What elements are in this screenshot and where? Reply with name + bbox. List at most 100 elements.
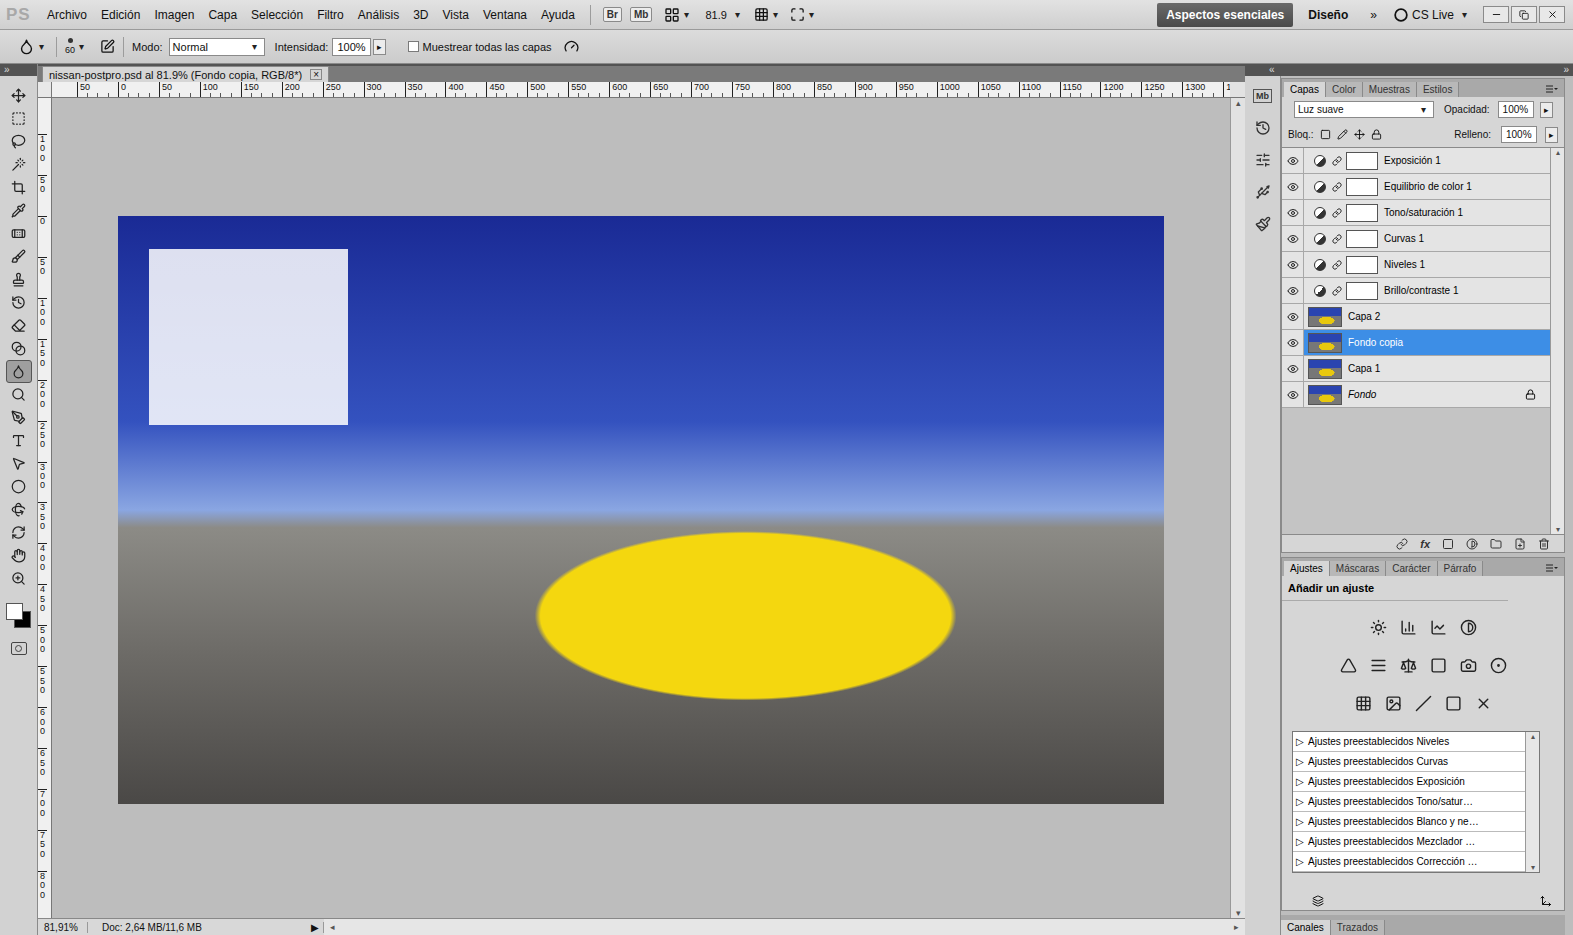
chain-icon[interactable] <box>1332 286 1342 296</box>
layer-row[interactable]: Brillo/contraste 1 <box>1282 278 1550 304</box>
horizontal-ruler[interactable]: 5005010015020025030035040045050055060065… <box>52 82 1230 97</box>
lock-transparency-icon[interactable] <box>1320 129 1331 140</box>
tool-button[interactable] <box>6 360 32 383</box>
scroll-left-button[interactable]: ◂ <box>330 922 335 932</box>
panel-tab[interactable]: Ajustes <box>1284 561 1330 576</box>
tool-button[interactable] <box>6 153 32 176</box>
dropdown-arrow[interactable]: ▾ <box>39 41 44 52</box>
collapse-icons-button[interactable]: « <box>1269 64 1275 76</box>
mode-select[interactable]: Normal▾ <box>169 38 265 56</box>
tool-button[interactable] <box>6 567 32 590</box>
scroll-up-button[interactable]: ▴ <box>1556 148 1560 157</box>
layer-name[interactable]: Exposición 1 <box>1378 155 1550 166</box>
layer-thumbnail[interactable] <box>1308 385 1342 405</box>
mask-thumbnail[interactable] <box>1346 230 1378 248</box>
expander[interactable]: ▷ <box>1296 736 1304 747</box>
layer-row[interactable]: Curvas 1 <box>1282 226 1550 252</box>
visibility-toggle[interactable] <box>1282 278 1304 303</box>
dropdown-arrow[interactable]: ▾ <box>684 9 689 20</box>
tool-button[interactable] <box>6 406 32 429</box>
fx-button[interactable]: fx <box>1420 538 1430 550</box>
fill-field[interactable]: 100% <box>1501 126 1537 143</box>
layer-row[interactable]: Tono/saturación 1 <box>1282 200 1550 226</box>
layer-name[interactable]: Fondo <box>1342 389 1525 400</box>
new-layer-icon[interactable] <box>1514 538 1526 550</box>
mini-bridge-dock-button[interactable]: Mb <box>1251 84 1275 108</box>
opacity-field[interactable]: 100% <box>1498 101 1534 118</box>
trash-icon[interactable] <box>1538 538 1550 550</box>
workspace-button[interactable]: Aspectos esenciales <box>1157 3 1293 27</box>
tool-button[interactable] <box>6 176 32 199</box>
adjustment-button[interactable] <box>1396 615 1420 639</box>
panel-tab[interactable]: Capas <box>1284 82 1326 97</box>
chain-icon[interactable] <box>1332 156 1342 166</box>
mask-thumbnail[interactable] <box>1346 178 1378 196</box>
chain-icon[interactable] <box>1332 208 1342 218</box>
canvas[interactable] <box>52 98 1230 918</box>
sample-all-checkbox[interactable] <box>408 41 419 52</box>
adjustment-button[interactable] <box>1456 653 1480 677</box>
visibility-toggle[interactable] <box>1282 304 1304 329</box>
menu-item[interactable]: Selección <box>244 8 310 22</box>
panel-tab[interactable]: Carácter <box>1386 561 1437 576</box>
dropdown-arrow[interactable]: ▾ <box>809 9 814 20</box>
more-workspaces[interactable]: » <box>1363 8 1384 22</box>
adjustment-button[interactable] <box>1381 691 1405 715</box>
visibility-toggle[interactable] <box>1282 252 1304 277</box>
panel-tab[interactable]: Estilos <box>1417 82 1459 97</box>
tool-button[interactable] <box>6 452 32 475</box>
adjustment-button[interactable] <box>1411 691 1435 715</box>
preset-item[interactable]: ▷Ajustes preestablecidos Corrección … <box>1293 852 1525 872</box>
layer-name[interactable]: Capa 2 <box>1342 311 1550 322</box>
tool-button[interactable] <box>6 383 32 406</box>
folder-icon[interactable] <box>1490 538 1502 550</box>
menu-item[interactable]: Capa <box>201 8 244 22</box>
panel-tab[interactable]: Muestras <box>1363 82 1417 97</box>
tool-button[interactable] <box>6 498 32 521</box>
visibility-toggle[interactable] <box>1282 356 1304 381</box>
scroll-right-button[interactable]: ▸ <box>1234 922 1239 932</box>
chain-icon[interactable] <box>1332 234 1342 244</box>
preset-item[interactable]: ▷Ajustes preestablecidos Curvas <box>1293 752 1525 772</box>
layer-name[interactable]: Fondo copia <box>1342 337 1550 348</box>
photo[interactable] <box>118 216 1164 804</box>
layer-name[interactable]: Equilibrio de color 1 <box>1378 181 1550 192</box>
minimize-button[interactable] <box>1483 6 1509 23</box>
chain-icon[interactable] <box>1332 182 1342 192</box>
menu-item[interactable]: Ayuda <box>534 8 582 22</box>
menu-item[interactable]: Filtro <box>310 8 351 22</box>
tool-button[interactable] <box>6 291 32 314</box>
chain-icon[interactable] <box>1332 260 1342 270</box>
menu-item[interactable]: 3D <box>406 8 435 22</box>
expander[interactable]: ▷ <box>1296 756 1304 767</box>
layer-thumbnail[interactable] <box>1308 359 1342 379</box>
mask-thumbnail[interactable] <box>1346 152 1378 170</box>
expand-view-icon[interactable] <box>1540 895 1552 907</box>
toolbar-collapse[interactable]: » <box>0 64 37 76</box>
presets-scrollbar[interactable]: ▴▾ <box>1525 732 1539 872</box>
tool-button[interactable] <box>6 337 32 360</box>
tool-button[interactable] <box>6 475 32 498</box>
opacity-slider-button[interactable]: ▸ <box>1540 102 1553 118</box>
panel-tab[interactable]: Trazados <box>1331 920 1385 935</box>
fill-slider-button[interactable]: ▸ <box>1545 127 1558 143</box>
adjustment-button[interactable] <box>1426 653 1450 677</box>
history-dock-button[interactable] <box>1251 116 1275 140</box>
blend-mode-select[interactable]: Luz suave▾ <box>1294 101 1434 118</box>
settings-dock-button[interactable] <box>1251 148 1275 172</box>
dropdown-arrow[interactable]: ▾ <box>735 9 740 20</box>
blur-tool-icon[interactable] <box>18 38 35 55</box>
layers-scrollbar[interactable]: ▴▾ <box>1550 148 1564 534</box>
mask-thumbnail[interactable] <box>1346 282 1378 300</box>
tool-button[interactable] <box>6 521 32 544</box>
status-zoom[interactable]: 81,91% <box>38 922 88 933</box>
layer-name[interactable]: Tono/saturación 1 <box>1378 207 1550 218</box>
menu-item[interactable]: Análisis <box>351 8 406 22</box>
close-button[interactable] <box>1539 6 1565 23</box>
scroll-down-button[interactable]: ▾ <box>1531 863 1535 872</box>
dropdown-arrow[interactable]: ▾ <box>79 41 84 52</box>
adjustment-button[interactable] <box>1366 653 1390 677</box>
document-tab[interactable]: nissan-postpro.psd al 81.9% (Fondo copia… <box>42 66 329 82</box>
preset-item[interactable]: ▷Ajustes preestablecidos Tono/satur… <box>1293 792 1525 812</box>
panel-tab[interactable]: Canales <box>1281 920 1331 935</box>
